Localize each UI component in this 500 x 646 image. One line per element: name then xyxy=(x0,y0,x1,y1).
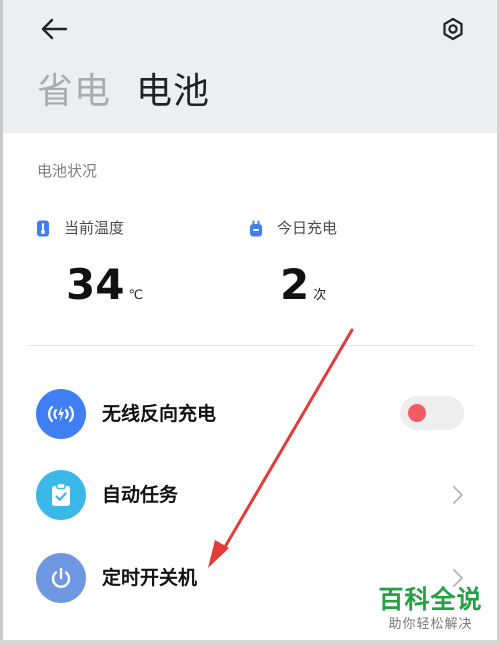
chevron-right-icon xyxy=(453,486,463,504)
tab-power-saving[interactable]: 省电 xyxy=(37,68,111,116)
charges-today-stat: 今日充电 2 次 xyxy=(249,217,338,309)
header: 省电 电池 xyxy=(3,0,497,133)
watermark-subtitle: 助你轻松解决 xyxy=(388,617,473,632)
wireless-reverse-charging-label: 无线反向充电 xyxy=(102,403,217,425)
auto-task-label: 自动任务 xyxy=(102,484,179,506)
thermometer-icon xyxy=(37,220,49,236)
temperature-unit: ℃ xyxy=(128,288,144,303)
wireless-reverse-charging-toggle[interactable] xyxy=(400,396,464,430)
toggle-knob xyxy=(408,404,426,422)
wireless-charge-icon xyxy=(36,389,86,439)
gear-icon xyxy=(443,17,463,41)
arrow-left-icon xyxy=(41,18,68,40)
battery-status-title: 电池状况 xyxy=(37,162,98,180)
temperature-value: 34 xyxy=(66,260,125,309)
plug-icon xyxy=(250,220,262,236)
charges-today-label: 今日充电 xyxy=(277,219,338,237)
watermark: 百科全说 助你轻松解决 xyxy=(373,584,488,634)
back-button[interactable] xyxy=(39,16,69,42)
settings-button[interactable] xyxy=(438,14,468,44)
watermark-title: 百科全说 xyxy=(378,585,483,614)
wireless-reverse-charging-row[interactable]: 无线反向充电 xyxy=(36,389,476,439)
clipboard-check-icon xyxy=(36,470,86,520)
divider xyxy=(27,345,475,346)
charges-today-value: 2 xyxy=(280,260,310,309)
charges-today-unit: 次 xyxy=(313,288,327,303)
temperature-stat: 当前温度 34 ℃ xyxy=(36,217,143,309)
scheduled-power-label: 定时开关机 xyxy=(102,567,198,589)
temperature-label: 当前温度 xyxy=(64,219,125,237)
bottom-border xyxy=(0,640,500,646)
auto-task-row[interactable]: 自动任务 xyxy=(36,470,476,520)
tab-battery[interactable]: 电池 xyxy=(136,68,210,116)
power-icon xyxy=(36,553,86,603)
